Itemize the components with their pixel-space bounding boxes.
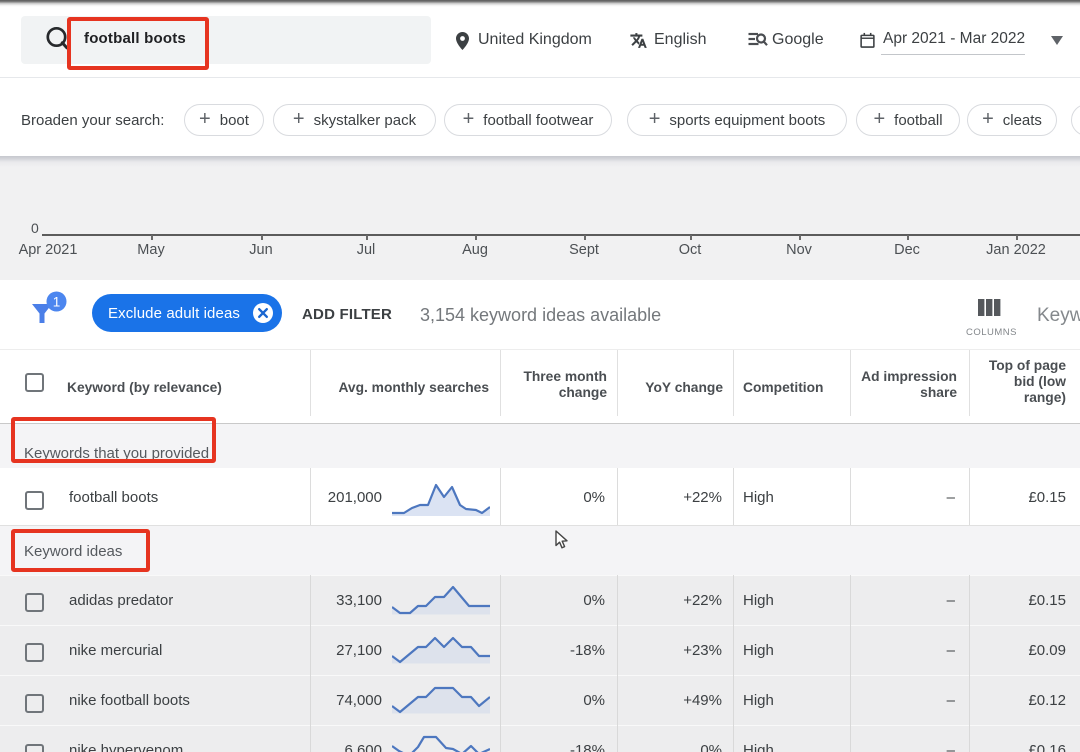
svg-text:1: 1 [53,294,61,309]
